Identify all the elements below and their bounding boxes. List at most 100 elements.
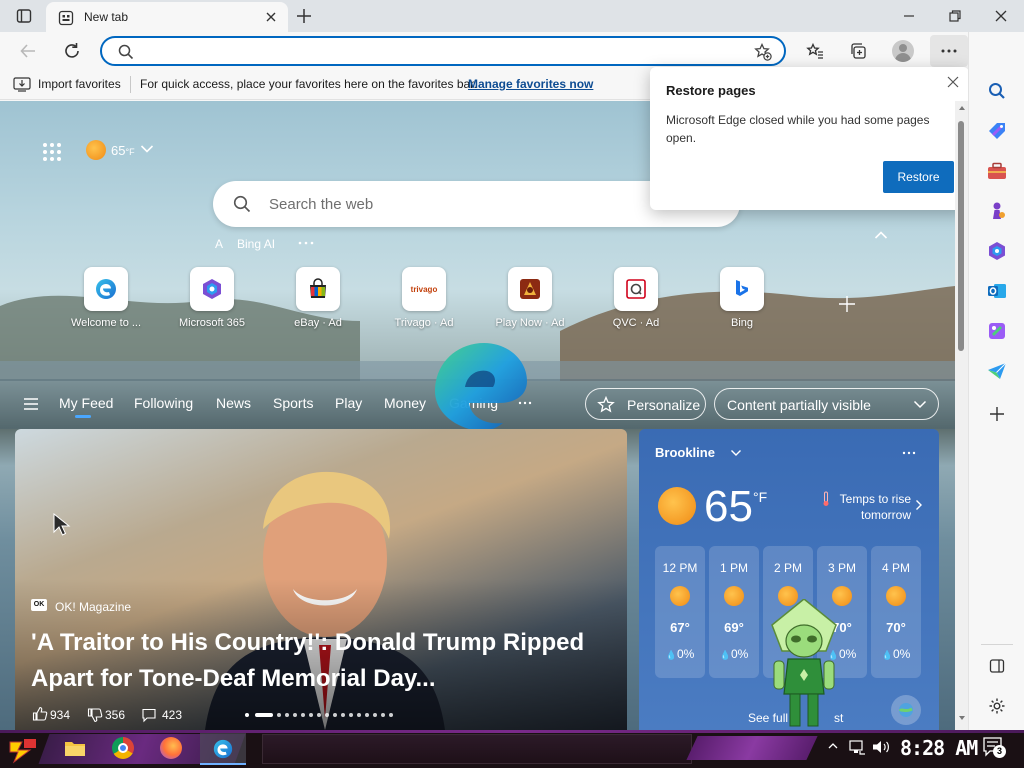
weather-note-chevron-icon[interactable] xyxy=(915,499,923,511)
comment-icon[interactable] xyxy=(141,707,157,723)
tab-following[interactable]: Following xyxy=(134,395,193,411)
firefox-icon[interactable] xyxy=(160,737,182,759)
scroll-down-arrow-icon[interactable] xyxy=(958,715,966,721)
weather-badge-unit: °F xyxy=(125,147,135,157)
settings-and-more-button[interactable] xyxy=(930,35,968,67)
address-input[interactable] xyxy=(142,41,742,61)
bing-ai-letter: A xyxy=(215,237,224,251)
apps-grid-icon[interactable] xyxy=(42,142,62,162)
show-hidden-icons-chevron-icon[interactable] xyxy=(828,742,838,750)
hour-precip: 💧0% xyxy=(881,647,911,661)
weather-map-button[interactable] xyxy=(891,695,921,725)
start-button-icon[interactable] xyxy=(8,736,38,764)
content-visibility-dropdown[interactable]: Content partially visible xyxy=(714,388,939,420)
web-search-placeholder: Search the web xyxy=(269,196,374,213)
import-favorites-label[interactable]: Import favorites xyxy=(38,77,121,91)
quick-link-play-now[interactable] xyxy=(508,267,552,311)
ebay-icon xyxy=(310,278,326,298)
sidebar-tools-briefcase-icon[interactable] xyxy=(985,159,1009,183)
article-headline[interactable]: 'A Traitor to His Country!': Donald Trum… xyxy=(31,625,611,697)
carousel-pagination[interactable] xyxy=(243,710,405,720)
edge-taskbar-icon xyxy=(213,739,233,759)
restore-window-icon[interactable] xyxy=(948,9,962,23)
favorites-icon[interactable] xyxy=(806,42,824,60)
minimize-icon[interactable] xyxy=(902,9,916,23)
chevron-down-icon[interactable] xyxy=(140,144,154,154)
hour-label: 1 PM xyxy=(719,561,748,575)
sidebar-drop-send-icon[interactable] xyxy=(985,359,1009,383)
bing-icon xyxy=(736,280,748,296)
sidebar-hide-panel-icon[interactable] xyxy=(985,654,1009,678)
see-full-forecast-link[interactable]: See full st xyxy=(748,711,843,725)
weather-card[interactable]: Brookline 65 °F Temps to rise tomorrow 1… xyxy=(639,429,939,730)
quick-link-microsoft-365[interactable] xyxy=(190,267,234,311)
new-tab-plus-icon[interactable] xyxy=(296,8,312,24)
scroll-up-arrow-icon[interactable] xyxy=(958,105,966,111)
taskbar-clock[interactable]: 8:28 AM xyxy=(900,736,978,760)
dislike-icon[interactable] xyxy=(87,707,103,723)
hour-label: 3 PM xyxy=(827,561,856,575)
tab-money[interactable]: Money xyxy=(384,395,426,411)
sidebar-shopping-tag-icon[interactable] xyxy=(985,119,1009,143)
hour-sun-icon xyxy=(886,586,906,606)
hamburger-menu-icon[interactable] xyxy=(24,398,38,410)
more-options-icon[interactable] xyxy=(298,241,314,245)
close-tab-icon[interactable] xyxy=(264,10,278,24)
tab-news[interactable]: News xyxy=(216,395,251,411)
manage-favorites-link[interactable]: Manage favorites now xyxy=(468,77,593,91)
popup-close-icon[interactable] xyxy=(946,75,960,89)
news-article-card[interactable]: OK OK! Magazine 'A Traitor to His Countr… xyxy=(15,429,627,730)
weather-location[interactable]: Brookline xyxy=(655,445,715,460)
profile-avatar[interactable] xyxy=(892,40,914,62)
hour-temp: 67° xyxy=(670,620,690,635)
restore-button[interactable]: Restore xyxy=(883,161,954,193)
quick-link-qvc[interactable] xyxy=(614,267,658,311)
back-arrow-icon[interactable] xyxy=(19,42,37,60)
add-quick-link-plus-icon[interactable] xyxy=(838,295,856,313)
bing-ai-label[interactable]: Bing AI xyxy=(237,237,275,251)
like-icon[interactable] xyxy=(32,706,48,722)
location-chevron-icon[interactable] xyxy=(730,449,742,457)
network-icon[interactable] xyxy=(848,739,866,755)
close-window-icon[interactable] xyxy=(994,9,1008,23)
scrollbar-thumb[interactable] xyxy=(958,121,964,351)
sidebar-outlook-icon[interactable] xyxy=(985,279,1009,303)
sidebar-designer-icon[interactable] xyxy=(985,319,1009,343)
tab-my-feed[interactable]: My Feed xyxy=(59,395,113,411)
quick-link-bing[interactable] xyxy=(720,267,764,311)
tab-play[interactable]: Play xyxy=(335,395,362,411)
tab-new-tab[interactable]: New tab xyxy=(46,2,288,32)
address-bar[interactable] xyxy=(100,36,786,66)
taskbar: 8:28 AM 3 xyxy=(0,730,1024,768)
personalize-label: Personalize xyxy=(627,397,701,413)
tab-actions-icon[interactable] xyxy=(16,8,32,24)
edge-taskbar-button[interactable] xyxy=(200,733,246,765)
sidebar-settings-gear-icon[interactable] xyxy=(985,694,1009,718)
quick-link-welcome[interactable] xyxy=(84,267,128,311)
quick-link-label: QVC · Ad xyxy=(612,317,660,329)
file-explorer-icon[interactable] xyxy=(64,738,86,758)
sidebar-microsoft-365-icon[interactable] xyxy=(985,239,1009,263)
sidebar-games-chess-icon[interactable] xyxy=(985,199,1009,223)
refresh-icon[interactable] xyxy=(63,42,81,60)
notification-center-icon[interactable]: 3 xyxy=(983,737,1006,758)
weather-badge[interactable]: 65°F xyxy=(111,143,135,158)
sidebar-add-plus-icon[interactable] xyxy=(985,402,1009,426)
quick-link-trivago[interactable]: trivago xyxy=(402,267,446,311)
quick-link-ebay[interactable] xyxy=(296,267,340,311)
import-favorites-icon[interactable] xyxy=(13,76,31,92)
collections-icon[interactable] xyxy=(849,42,867,60)
weather-more-icon[interactable] xyxy=(902,451,916,455)
weather-badge-temp: 65 xyxy=(111,143,126,158)
personalize-button[interactable]: Personalize xyxy=(585,388,706,420)
sidebar-search-icon[interactable] xyxy=(985,79,1009,103)
hourly-forecast-item: 12 PM 67° 💧0% xyxy=(655,546,705,678)
add-favorite-star-icon[interactable] xyxy=(754,43,772,61)
article-source[interactable]: OK! Magazine xyxy=(55,600,131,614)
collapse-chevron-up-icon[interactable] xyxy=(874,230,888,240)
trivago-icon: trivago xyxy=(410,284,438,294)
tab-sports[interactable]: Sports xyxy=(273,395,313,411)
volume-speaker-icon[interactable] xyxy=(872,739,890,755)
page-scrollbar[interactable] xyxy=(955,101,968,730)
chrome-icon[interactable] xyxy=(112,737,134,759)
